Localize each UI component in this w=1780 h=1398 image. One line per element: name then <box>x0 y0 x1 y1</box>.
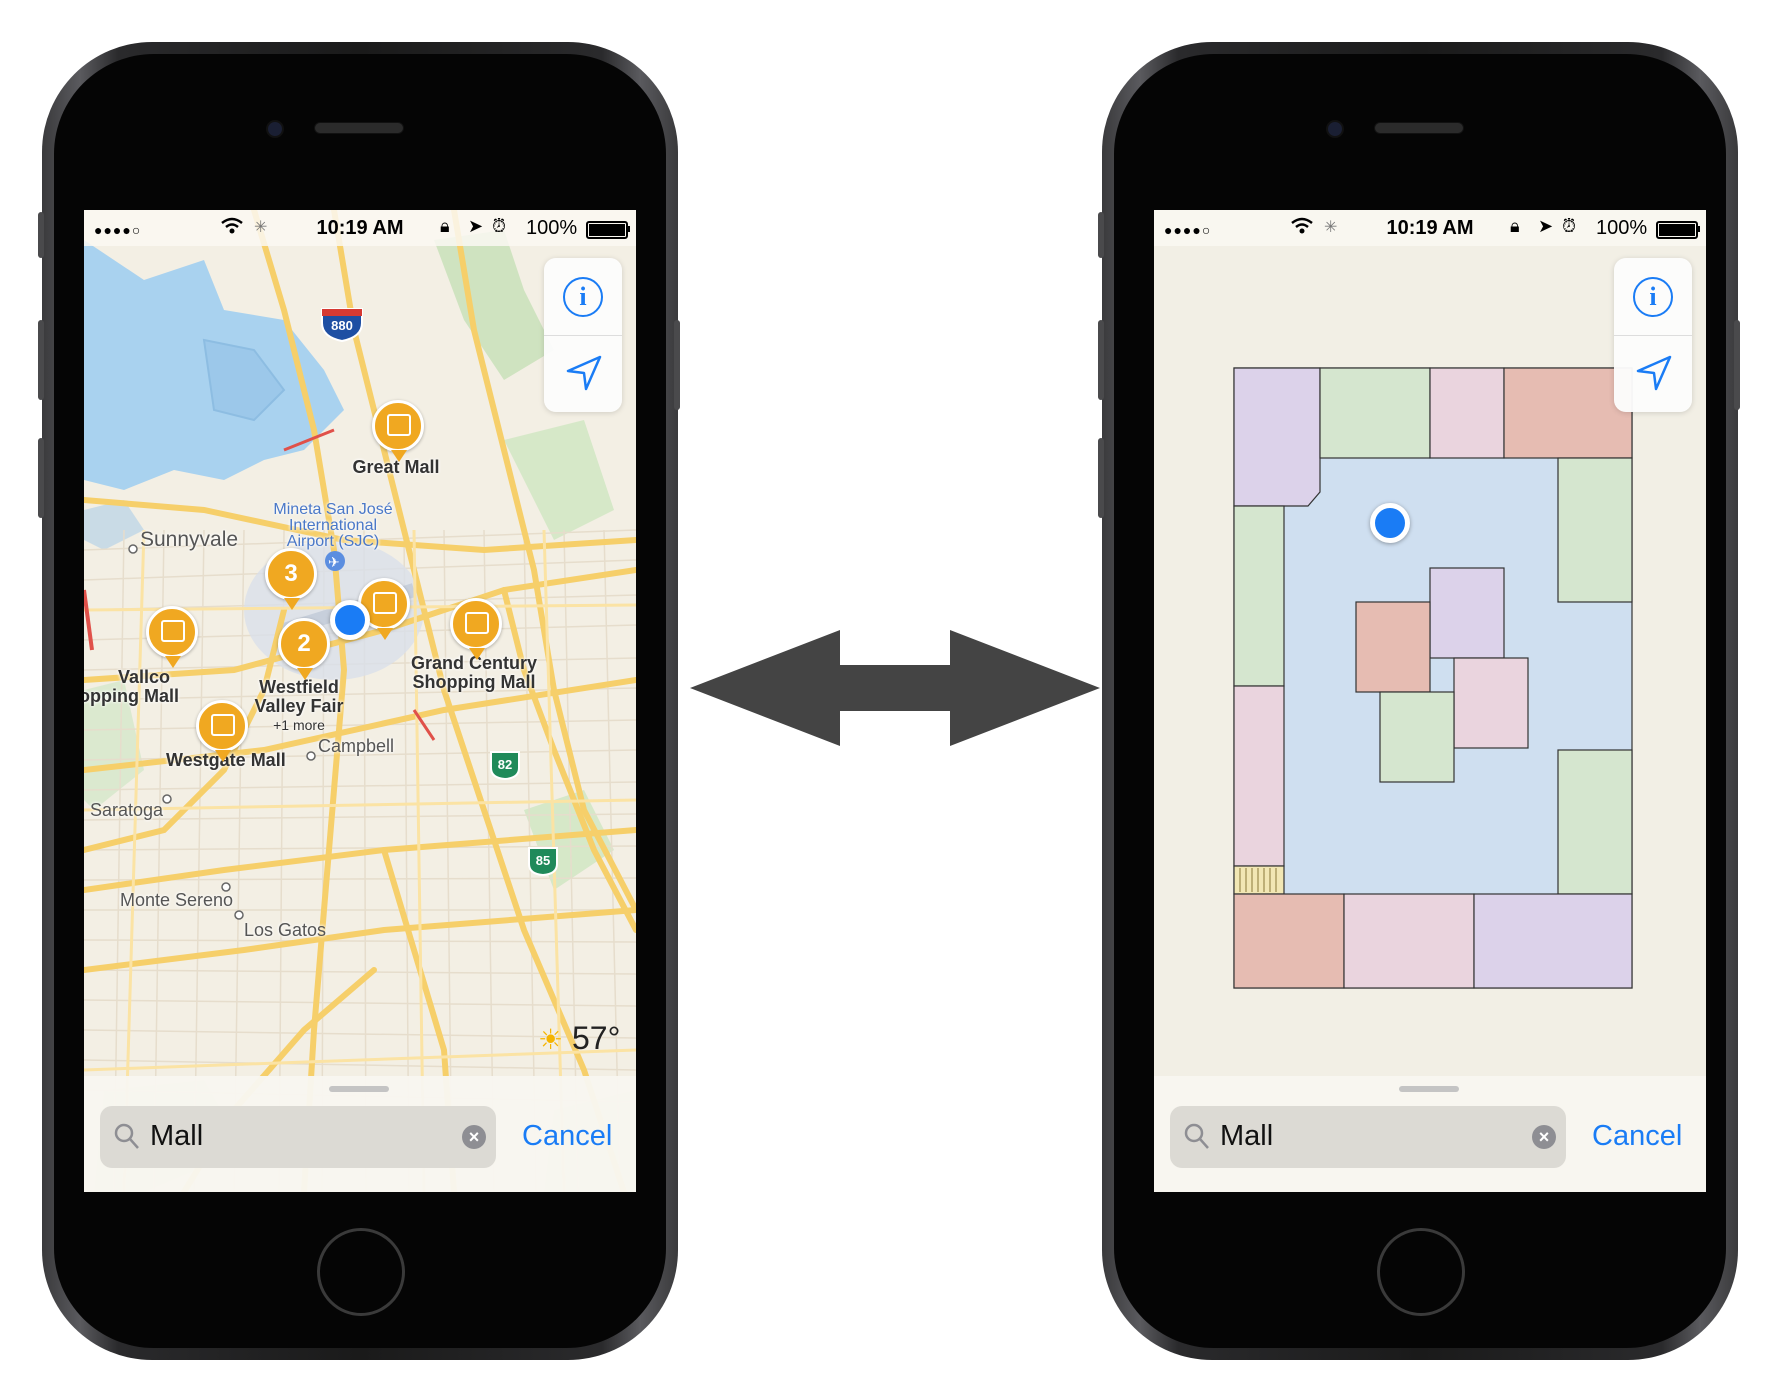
westfield-label-line2: Valley Fair <box>254 696 344 716</box>
current-location-dot[interactable] <box>330 600 370 640</box>
double-arrow-icon <box>690 630 1100 746</box>
westfield-label[interactable]: Westfield Valley Fair +1 more <box>244 678 354 735</box>
airport-label-line1: Mineta San José <box>273 501 393 518</box>
left-phone-mute-switch[interactable] <box>38 212 44 258</box>
search-icon <box>1184 1123 1209 1149</box>
vallco-label-line1: Vallco <box>117 667 171 687</box>
westgate-mall-pin[interactable] <box>196 700 248 762</box>
search-input[interactable]: Mall <box>1220 1120 1273 1153</box>
campbell-label[interactable]: Campbell <box>318 736 394 757</box>
shopping-bag-icon <box>373 592 397 614</box>
state-route-82-label: 82 <box>497 757 513 772</box>
front-camera <box>1326 120 1344 138</box>
clear-icon[interactable]: × <box>462 1125 486 1149</box>
airport-label-line2: International <box>288 517 378 534</box>
state-route-85-shield: 85 <box>526 846 560 877</box>
sunnyvale-label[interactable]: Sunnyvale <box>140 528 238 552</box>
location-services-icon: ➤ <box>468 216 484 236</box>
westfield-more-label: +1 more <box>273 717 325 733</box>
home-button[interactable] <box>317 1228 405 1316</box>
current-location-dot[interactable] <box>1370 503 1410 543</box>
shopping-bag-icon <box>161 620 185 642</box>
search-panel: Mall × Cancel <box>1154 1076 1706 1192</box>
home-button[interactable] <box>1377 1228 1465 1316</box>
map-controls: i <box>544 258 622 412</box>
vallco-label-line2: opping Mall <box>84 686 179 706</box>
left-screen: ✈ 880 82 85 Great Mall Mineta San José I… <box>84 210 636 1192</box>
alarm-icon: ⏰︎ <box>1562 216 1577 236</box>
shopping-bag-icon <box>465 612 489 634</box>
battery-percentage: 100% <box>1596 217 1648 239</box>
temperature: 57° <box>572 1020 621 1056</box>
panel-grabber[interactable] <box>1399 1086 1459 1092</box>
search-bar[interactable]: Mall × <box>100 1106 496 1168</box>
battery-percentage: 100% <box>526 217 578 239</box>
state-route-85-label: 85 <box>535 853 551 868</box>
battery-icon <box>1656 221 1698 239</box>
battery-tip <box>1697 226 1700 232</box>
info-icon[interactable]: i <box>1633 277 1673 317</box>
left-phone-volume-up[interactable] <box>38 320 44 400</box>
grand-century-pin[interactable] <box>450 598 502 660</box>
shopping-bag-icon <box>211 714 235 736</box>
right-phone-mute-switch[interactable] <box>1098 212 1104 258</box>
cluster-pin-3[interactable]: 3 <box>265 548 317 610</box>
left-phone-volume-down[interactable] <box>38 438 44 518</box>
sun-icon: ☀ <box>538 1024 564 1055</box>
interstate-880-label: 880 <box>331 318 353 333</box>
battery-tip <box>627 226 630 232</box>
right-screen: ●●●●○ ✳ 10:19 AM 🔒︎ ➤ ⏰︎ 100% i Mall × C… <box>1154 210 1706 1192</box>
right-phone-volume-up[interactable] <box>1098 320 1104 400</box>
right-phone-volume-down[interactable] <box>1098 438 1104 518</box>
info-icon[interactable]: i <box>563 277 603 317</box>
state-route-82-shield: 82 <box>488 750 522 781</box>
battery-icon <box>586 221 628 239</box>
location-arrow-icon[interactable] <box>1634 353 1674 393</box>
cluster-pin-2[interactable]: 2 <box>278 618 330 680</box>
alarm-icon: ⏰︎ <box>492 216 507 236</box>
status-bar: ●●●●○ ✳ 10:19 AM 🔒︎ ➤ ⏰︎ 100% <box>84 210 636 246</box>
earpiece-speaker <box>314 122 404 134</box>
search-input[interactable]: Mall <box>150 1120 203 1153</box>
earpiece-speaker <box>1374 122 1464 134</box>
grand-century-label-line2: Shopping Mall <box>412 672 536 692</box>
svg-text:✈: ✈ <box>328 555 340 571</box>
controls-divider <box>1614 335 1692 336</box>
map-controls: i <box>1614 258 1692 412</box>
location-arrow-icon[interactable] <box>564 353 604 393</box>
cancel-button[interactable]: Cancel <box>522 1120 612 1153</box>
los-gatos-label[interactable]: Los Gatos <box>244 920 326 941</box>
orientation-lock-icon: 🔒︎ <box>440 216 450 236</box>
controls-divider <box>544 335 622 336</box>
cluster-count: 3 <box>284 560 298 587</box>
shopping-bag-icon <box>387 414 411 436</box>
saratoga-label[interactable]: Saratoga <box>90 800 163 821</box>
weather-indicator[interactable]: ☀ 57° <box>538 1020 620 1057</box>
search-panel: Mall × Cancel <box>84 1076 636 1192</box>
search-icon <box>114 1123 139 1149</box>
right-phone-power-button[interactable] <box>1734 320 1740 410</box>
interstate-880-shield: 880 <box>320 307 364 343</box>
panel-grabber[interactable] <box>329 1086 389 1092</box>
status-bar: ●●●●○ ✳ 10:19 AM 🔒︎ ➤ ⏰︎ 100% <box>1154 210 1706 246</box>
monte-sereno-label[interactable]: Monte Sereno <box>120 890 233 911</box>
clear-icon[interactable]: × <box>1532 1125 1556 1149</box>
front-camera <box>266 120 284 138</box>
vallco-label[interactable]: Vallco opping Mall <box>84 668 184 706</box>
airport-label[interactable]: Mineta San José International Airport (S… <box>268 502 398 550</box>
left-phone-power-button[interactable] <box>674 320 680 410</box>
vallco-pin[interactable] <box>146 606 198 668</box>
orientation-lock-icon: 🔒︎ <box>1510 216 1520 236</box>
cluster-count: 2 <box>297 630 311 657</box>
cancel-button[interactable]: Cancel <box>1592 1120 1682 1153</box>
westfield-label-line1: Westfield <box>259 677 339 697</box>
location-services-icon: ➤ <box>1538 216 1554 236</box>
great-mall-pin[interactable] <box>372 400 424 462</box>
search-bar[interactable]: Mall × <box>1170 1106 1566 1168</box>
